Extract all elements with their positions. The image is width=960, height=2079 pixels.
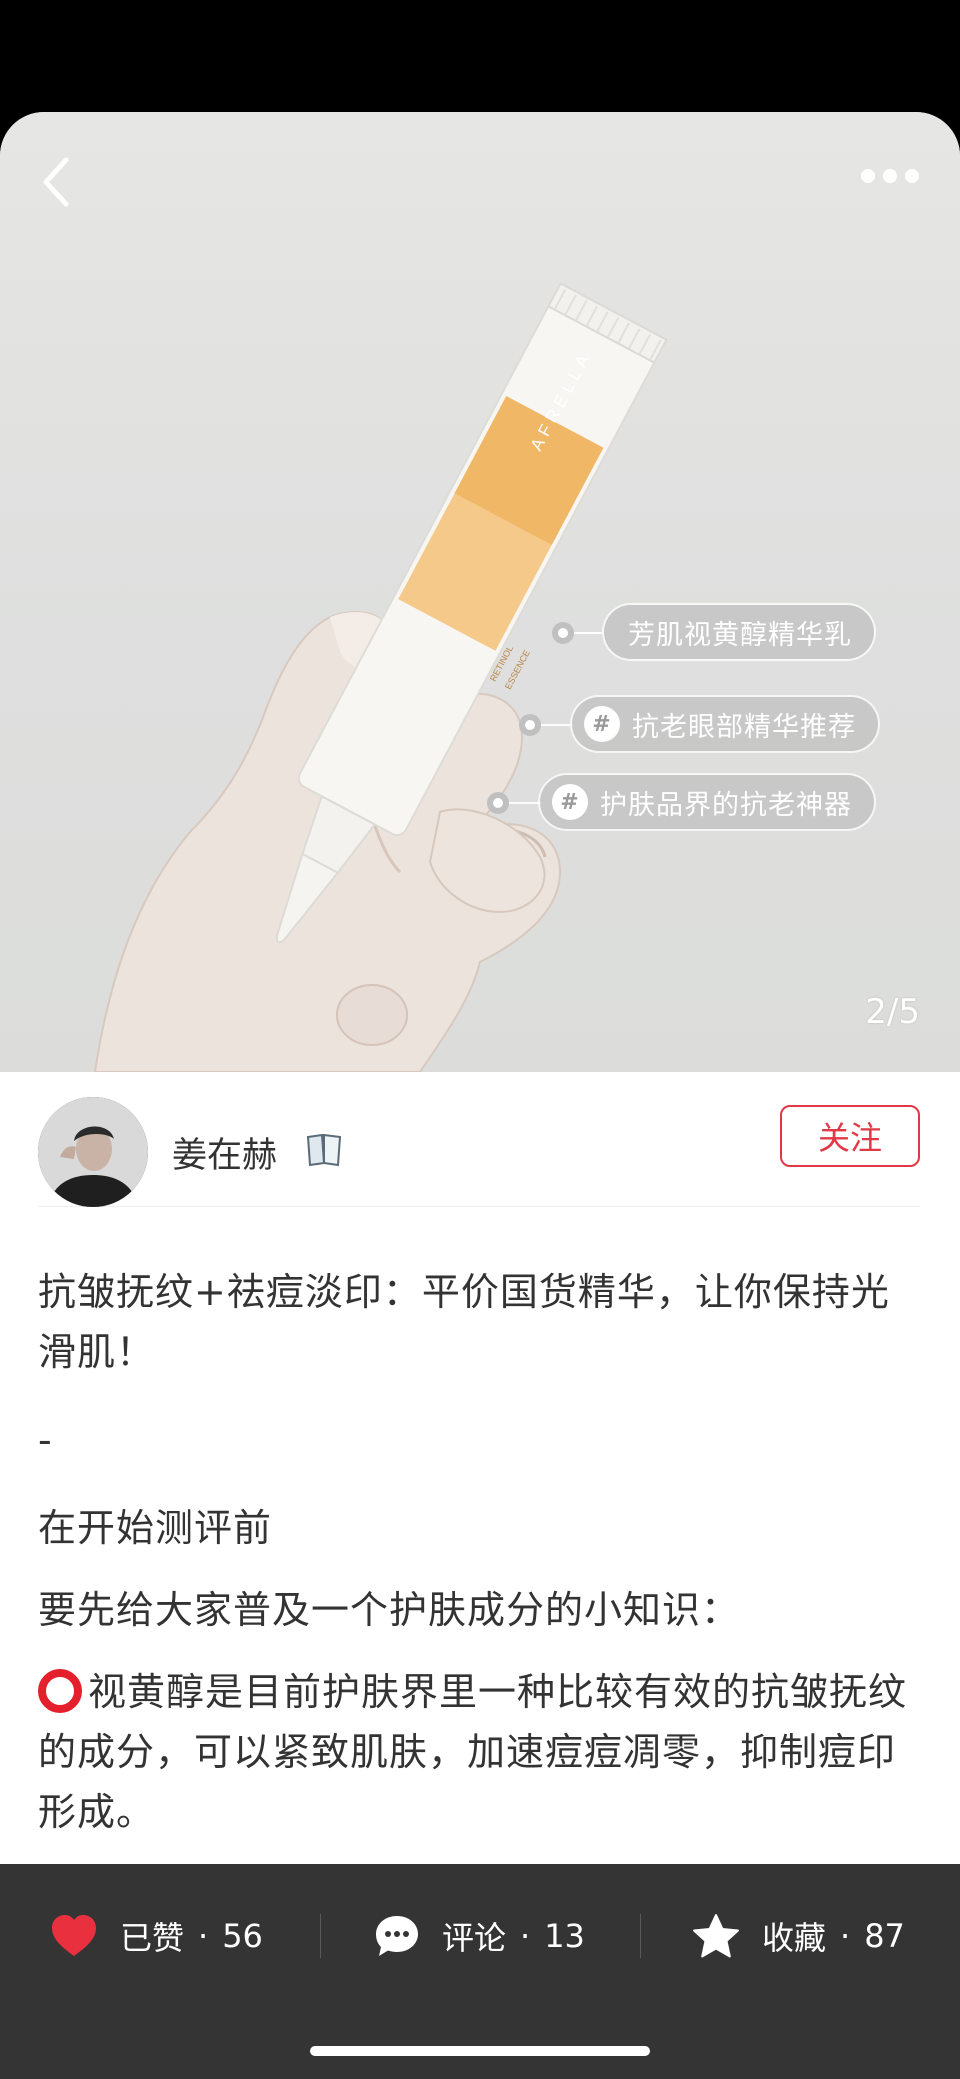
tag-connector [574,632,604,634]
post-paragraph: 视黄醇是目前护肤界里一种比较有效的抗皱抚纹的成分，可以紧致肌肤，加速痘痘凋零，抑… [38,1662,922,1842]
post-paragraph: 要先给大家普及一个护肤成分的小知识： [38,1588,741,1632]
tag-anchor-dot [552,622,574,644]
dot-separator: · [198,1917,209,1955]
like-count: 56 [222,1917,263,1955]
hash-icon: # [552,784,588,820]
post-title: 抗皱抚纹+祛痘淡印：平价国货精华，让你保持光滑肌！ [38,1270,890,1374]
comment-button[interactable]: 评论 · 13 [374,1906,585,1966]
comment-icon [376,1916,418,1956]
product-tag[interactable]: 芳肌视黄醇精华乳 [602,603,876,661]
topic-tag[interactable]: # 抗老眼部精华推荐 [570,695,880,753]
photo-carousel[interactable]: AFRELLA RETINOL ESSENCE 芳肌视黄醇精华乳 # 抗老眼部精… [0,112,960,1072]
image-page-indicator: 2/5 [865,992,920,1032]
post-paragraph: 在开始测评前 [38,1506,273,1550]
post-body: 抗皱抚纹+祛痘淡印：平价国货精华，让你保持光滑肌！ - 在开始测评前 要先给大家… [38,1262,922,1870]
back-icon[interactable] [36,152,76,212]
author-row: 姜在赫 关注 [38,1097,920,1207]
post-paragraph-text: 视黄醇是目前护肤界里一种比较有效的抗皱抚纹的成分，可以紧致肌肤，加速痘痘凋零，抑… [38,1670,908,1834]
more-options-icon[interactable] [860,164,920,188]
avatar[interactable] [38,1097,148,1207]
comment-count: 13 [544,1917,585,1955]
product-photo: AFRELLA RETINOL ESSENCE [93,282,668,1072]
heart-icon [52,1915,96,1956]
topic-tag[interactable]: # 护肤品界的抗老神器 [538,773,876,831]
red-circle-icon [38,1669,82,1713]
collect-label: 收藏 [762,1919,827,1957]
author-name[interactable]: 姜在赫 [172,1127,277,1178]
comment-label: 评论 [442,1919,507,1957]
star-icon [693,1914,739,1958]
follow-button[interactable]: 关注 [780,1105,920,1167]
divider [320,1914,321,1958]
tag-connector [541,724,573,726]
collect-count: 87 [864,1917,905,1955]
book-icon [306,1133,342,1167]
like-button[interactable]: 已赞 · 56 [50,1906,263,1966]
dot-separator: · [840,1917,851,1955]
hash-icon: # [584,706,620,742]
divider [640,1914,641,1958]
note-sheet: AFRELLA RETINOL ESSENCE 芳肌视黄醇精华乳 # 抗老眼部精… [0,112,960,2079]
collect-button[interactable]: 收藏 · 87 [692,1906,905,1966]
product-tag-label: 芳肌视黄醇精华乳 [628,619,852,651]
home-indicator[interactable] [310,2046,650,2056]
tag-anchor-dot [487,792,509,814]
post-separator: - [38,1418,53,1462]
engagement-bar: 已赞 · 56 评论 · 13 收藏 · 87 [0,1864,960,2079]
dot-separator: · [520,1917,531,1955]
tag-anchor-dot [519,714,541,736]
topic-tag-label: 护肤品界的抗老神器 [600,789,852,821]
topic-tag-label: 抗老眼部精华推荐 [632,711,856,743]
like-label: 已赞 [120,1919,185,1957]
tag-connector [509,802,541,804]
